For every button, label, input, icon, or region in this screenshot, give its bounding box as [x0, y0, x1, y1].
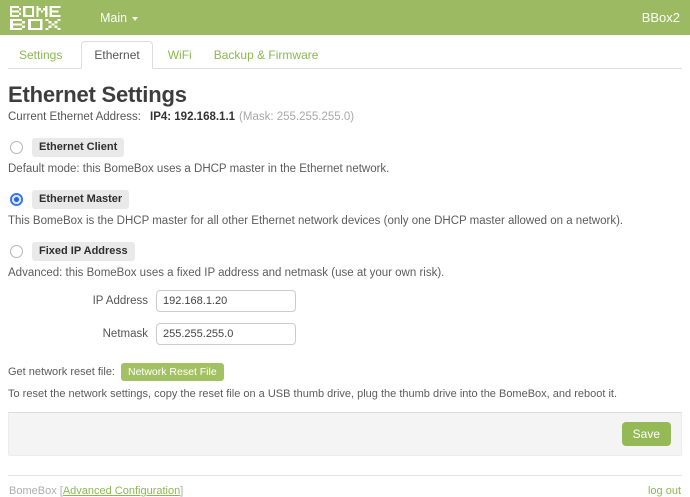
netmask-row: Netmask — [8, 322, 682, 345]
ip-address-label: IP Address — [92, 294, 148, 307]
fixed-ip-form: IP Address Netmask — [8, 289, 682, 345]
netmask-field[interactable] — [156, 322, 296, 345]
current-address-label: Current Ethernet Address: — [8, 111, 141, 123]
advanced-configuration-link[interactable]: Advanced Configuration — [63, 485, 180, 497]
tab-wifi[interactable]: WiFi — [157, 42, 203, 68]
main-menu-label: Main — [100, 10, 128, 25]
page-content: Settings Ethernet WiFi Backup & Firmware… — [0, 41, 690, 497]
option-ethernet-master: Ethernet Master This BomeBox is the DHCP… — [8, 189, 682, 227]
tab-ethernet[interactable]: Ethernet — [81, 41, 153, 69]
page-title: Ethernet Settings — [8, 82, 187, 107]
option-fixed-ip-selector[interactable]: Fixed IP Address — [8, 241, 682, 261]
ethernet-master-description: This BomeBox is the DHCP master for all … — [8, 214, 624, 227]
footer-bracket-close: ] — [180, 485, 184, 497]
footer-brand-line: BomeBox [Advanced Configuration] — [9, 485, 183, 497]
option-ethernet-client: Ethernet Client Default mode: this BomeB… — [8, 138, 682, 175]
tab-bar: Settings Ethernet WiFi Backup & Firmware — [8, 41, 682, 69]
save-button[interactable]: Save — [621, 422, 671, 447]
chevron-down-icon — [132, 16, 139, 21]
ethernet-client-radio[interactable] — [10, 140, 23, 154]
network-reset-instructions: To reset the network settings, copy the … — [8, 388, 617, 401]
ethernet-master-label[interactable]: Ethernet Master — [32, 189, 130, 209]
fixed-ip-description: Advanced: this BomeBox uses a fixed IP a… — [8, 266, 445, 279]
current-address-mask: (Mask: 255.255.255.0) — [239, 111, 355, 123]
tab-settings[interactable]: Settings — [8, 42, 73, 68]
current-address-value: IP4: 192.168.1.1 — [150, 111, 236, 123]
logout-link[interactable]: log out — [648, 485, 681, 497]
netmask-label: Netmask — [102, 327, 148, 340]
top-bar: Main BBox2 — [0, 0, 690, 35]
main-menu-dropdown[interactable]: Main — [100, 10, 139, 25]
ip-address-row: IP Address — [8, 289, 682, 312]
ethernet-client-description: Default mode: this BomeBox uses a DHCP m… — [8, 162, 390, 175]
device-name: BBox2 — [641, 10, 680, 25]
network-reset-line: Get network reset file: Network Reset Fi… — [8, 362, 682, 382]
ethernet-master-radio[interactable] — [10, 192, 23, 206]
tab-backup-firmware[interactable]: Backup & Firmware — [203, 42, 330, 68]
current-address-row: Current Ethernet Address: IP4: 192.168.1… — [8, 111, 682, 123]
network-reset-section: Get network reset file: Network Reset Fi… — [8, 362, 682, 401]
fixed-ip-radio[interactable] — [10, 244, 23, 258]
action-bar: Save — [8, 412, 682, 457]
option-fixed-ip: Fixed IP Address Advanced: this BomeBox … — [8, 241, 682, 279]
footer: BomeBox [Advanced Configuration] log out — [8, 475, 682, 497]
network-reset-prompt: Get network reset file: — [8, 365, 115, 378]
footer-brand: BomeBox — [9, 485, 57, 497]
network-reset-file-button[interactable]: Network Reset File — [121, 362, 224, 382]
option-ethernet-master-selector[interactable]: Ethernet Master — [8, 189, 682, 209]
ethernet-client-label[interactable]: Ethernet Client — [32, 138, 125, 157]
option-ethernet-client-selector[interactable]: Ethernet Client — [8, 138, 682, 157]
fixed-ip-label[interactable]: Fixed IP Address — [32, 241, 135, 261]
ip-address-field[interactable] — [156, 289, 296, 312]
bomebox-logo — [10, 5, 61, 30]
